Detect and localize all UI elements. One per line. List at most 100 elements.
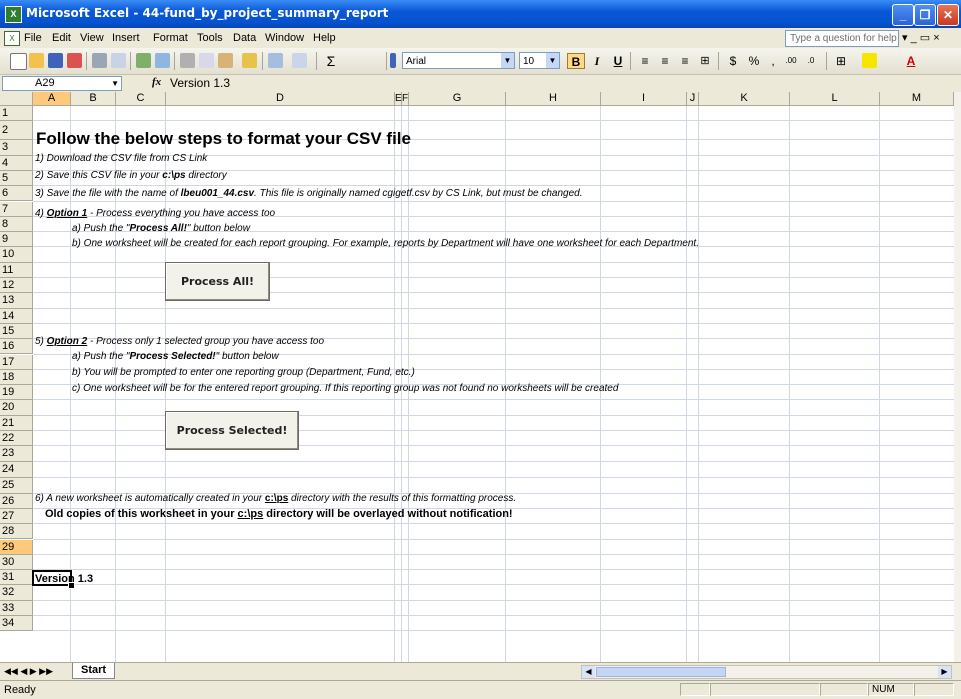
increase-decimal-button[interactable]: .00: [782, 53, 800, 69]
row-header-22[interactable]: 22: [0, 431, 33, 447]
workbook-icon[interactable]: X: [4, 31, 20, 46]
chevron-down-icon[interactable]: ▼: [501, 53, 514, 68]
scroll-thumb[interactable]: [596, 667, 726, 677]
row-header-29[interactable]: 29: [0, 539, 33, 555]
menu-edit[interactable]: Edit: [52, 32, 71, 44]
row-header-19[interactable]: 19: [0, 385, 33, 401]
row-header-31[interactable]: 31: [0, 570, 33, 586]
new-icon[interactable]: [10, 53, 27, 70]
italic-button[interactable]: I: [588, 53, 606, 69]
workbook-window-controls[interactable]: ▾ _ ▭ ×: [902, 31, 940, 44]
font-color-button[interactable]: A: [902, 53, 920, 69]
row-header-7[interactable]: 7: [0, 201, 33, 217]
active-cell[interactable]: [32, 570, 72, 586]
align-right-button[interactable]: ≡: [676, 53, 694, 69]
column-header-c[interactable]: C: [116, 92, 166, 106]
print-preview-icon[interactable]: [111, 53, 126, 68]
undo-icon[interactable]: [268, 53, 283, 68]
column-header-f[interactable]: F: [402, 92, 409, 106]
row-header-6[interactable]: 6: [0, 186, 33, 202]
scroll-left-icon[interactable]: ◀: [582, 666, 595, 678]
column-header-b[interactable]: B: [71, 92, 116, 106]
row-header-27[interactable]: 27: [0, 508, 33, 525]
name-box[interactable]: A29 ▼: [2, 76, 122, 91]
bold-button[interactable]: B: [567, 53, 585, 69]
process-selected-button[interactable]: Process Selected!: [165, 411, 299, 450]
row-header-13[interactable]: 13: [0, 293, 33, 309]
excel-icon[interactable]: X: [5, 6, 22, 23]
paste-icon[interactable]: [218, 53, 233, 68]
row-header-25[interactable]: 25: [0, 477, 33, 494]
menu-window[interactable]: Window: [265, 32, 304, 44]
insert-function-icon[interactable]: fx: [152, 76, 161, 88]
row-header-18[interactable]: 18: [0, 369, 33, 386]
chevron-down-icon[interactable]: ▼: [546, 53, 559, 68]
column-header-k[interactable]: K: [699, 92, 790, 106]
percent-button[interactable]: %: [745, 53, 763, 69]
row-header-3[interactable]: 3: [0, 140, 33, 156]
select-all-corner[interactable]: [0, 92, 33, 106]
merge-center-button[interactable]: ⊞: [696, 53, 714, 69]
row-header-26[interactable]: 26: [0, 493, 33, 509]
font-name-select[interactable]: Arial ▼: [402, 52, 515, 69]
row-header-14[interactable]: 14: [0, 308, 33, 324]
maximize-button[interactable]: ❐: [914, 4, 936, 26]
worksheet-grid[interactable]: A B C D E F G H I J K L M 1 2 3 4 5 6 7 8 9 10 11 1…: [0, 92, 954, 662]
row-header-33[interactable]: 33: [0, 600, 33, 616]
horizontal-scrollbar[interactable]: ◀ ▶: [581, 665, 952, 679]
row-header-8[interactable]: 8: [0, 216, 33, 233]
column-header-i[interactable]: I: [601, 92, 687, 106]
redo-icon[interactable]: [292, 53, 307, 68]
save-icon[interactable]: [48, 53, 63, 68]
menu-help[interactable]: Help: [313, 32, 336, 44]
font-size-select[interactable]: 10 ▼: [519, 52, 560, 69]
column-header-j[interactable]: J: [687, 92, 699, 106]
cut-icon[interactable]: [180, 53, 195, 68]
vertical-scrollbar[interactable]: [954, 92, 961, 662]
format-painter-icon[interactable]: [242, 53, 257, 68]
row-header-2[interactable]: 2: [0, 121, 33, 141]
chevron-down-icon[interactable]: ▼: [111, 77, 119, 90]
column-header-g[interactable]: G: [409, 92, 506, 106]
align-left-button[interactable]: ≡: [636, 53, 654, 69]
menu-insert[interactable]: Insert: [112, 32, 140, 44]
row-header-24[interactable]: 24: [0, 461, 33, 478]
column-header-e[interactable]: E: [395, 92, 402, 106]
column-header-a[interactable]: A: [33, 92, 71, 106]
fill-color-icon[interactable]: [862, 53, 877, 68]
row-header-15[interactable]: 15: [0, 323, 33, 340]
spelling-icon[interactable]: [136, 53, 151, 68]
process-all-button[interactable]: Process All!: [165, 262, 270, 301]
row-header-23[interactable]: 23: [0, 446, 33, 462]
underline-button[interactable]: U: [609, 53, 627, 69]
currency-button[interactable]: $: [724, 53, 742, 69]
menu-file[interactable]: File: [24, 32, 42, 44]
menu-tools[interactable]: Tools: [197, 32, 223, 44]
row-header-34[interactable]: 34: [0, 616, 33, 632]
row-header-28[interactable]: 28: [0, 524, 33, 540]
copy-icon[interactable]: [199, 53, 214, 68]
close-button[interactable]: ✕: [937, 4, 959, 26]
column-header-m[interactable]: M: [880, 92, 954, 106]
open-icon[interactable]: [29, 53, 44, 68]
row-header-9[interactable]: 9: [0, 232, 33, 248]
formula-input[interactable]: Version 1.3: [170, 76, 230, 90]
row-header-11[interactable]: 11: [0, 262, 33, 278]
row-header-21[interactable]: 21: [0, 415, 33, 431]
scroll-right-icon[interactable]: ▶: [938, 666, 951, 678]
row-header-5[interactable]: 5: [0, 170, 33, 187]
menu-view[interactable]: View: [80, 32, 104, 44]
comma-button[interactable]: ,: [764, 53, 782, 69]
align-center-button[interactable]: ≡: [656, 53, 674, 69]
row-header-1[interactable]: 1: [0, 106, 33, 122]
row-header-17[interactable]: 17: [0, 354, 33, 370]
permission-icon[interactable]: [67, 53, 82, 68]
row-header-4[interactable]: 4: [0, 155, 33, 171]
sheet-tab-start[interactable]: Start: [72, 663, 116, 679]
help-question-input[interactable]: Type a question for help: [785, 30, 899, 47]
row-header-30[interactable]: 30: [0, 554, 33, 571]
row-header-12[interactable]: 12: [0, 278, 33, 294]
column-header-h[interactable]: H: [506, 92, 601, 106]
row-header-32[interactable]: 32: [0, 585, 33, 601]
sheet-navigation-buttons[interactable]: ◀◀ ◀ ▶ ▶▶: [4, 666, 53, 677]
